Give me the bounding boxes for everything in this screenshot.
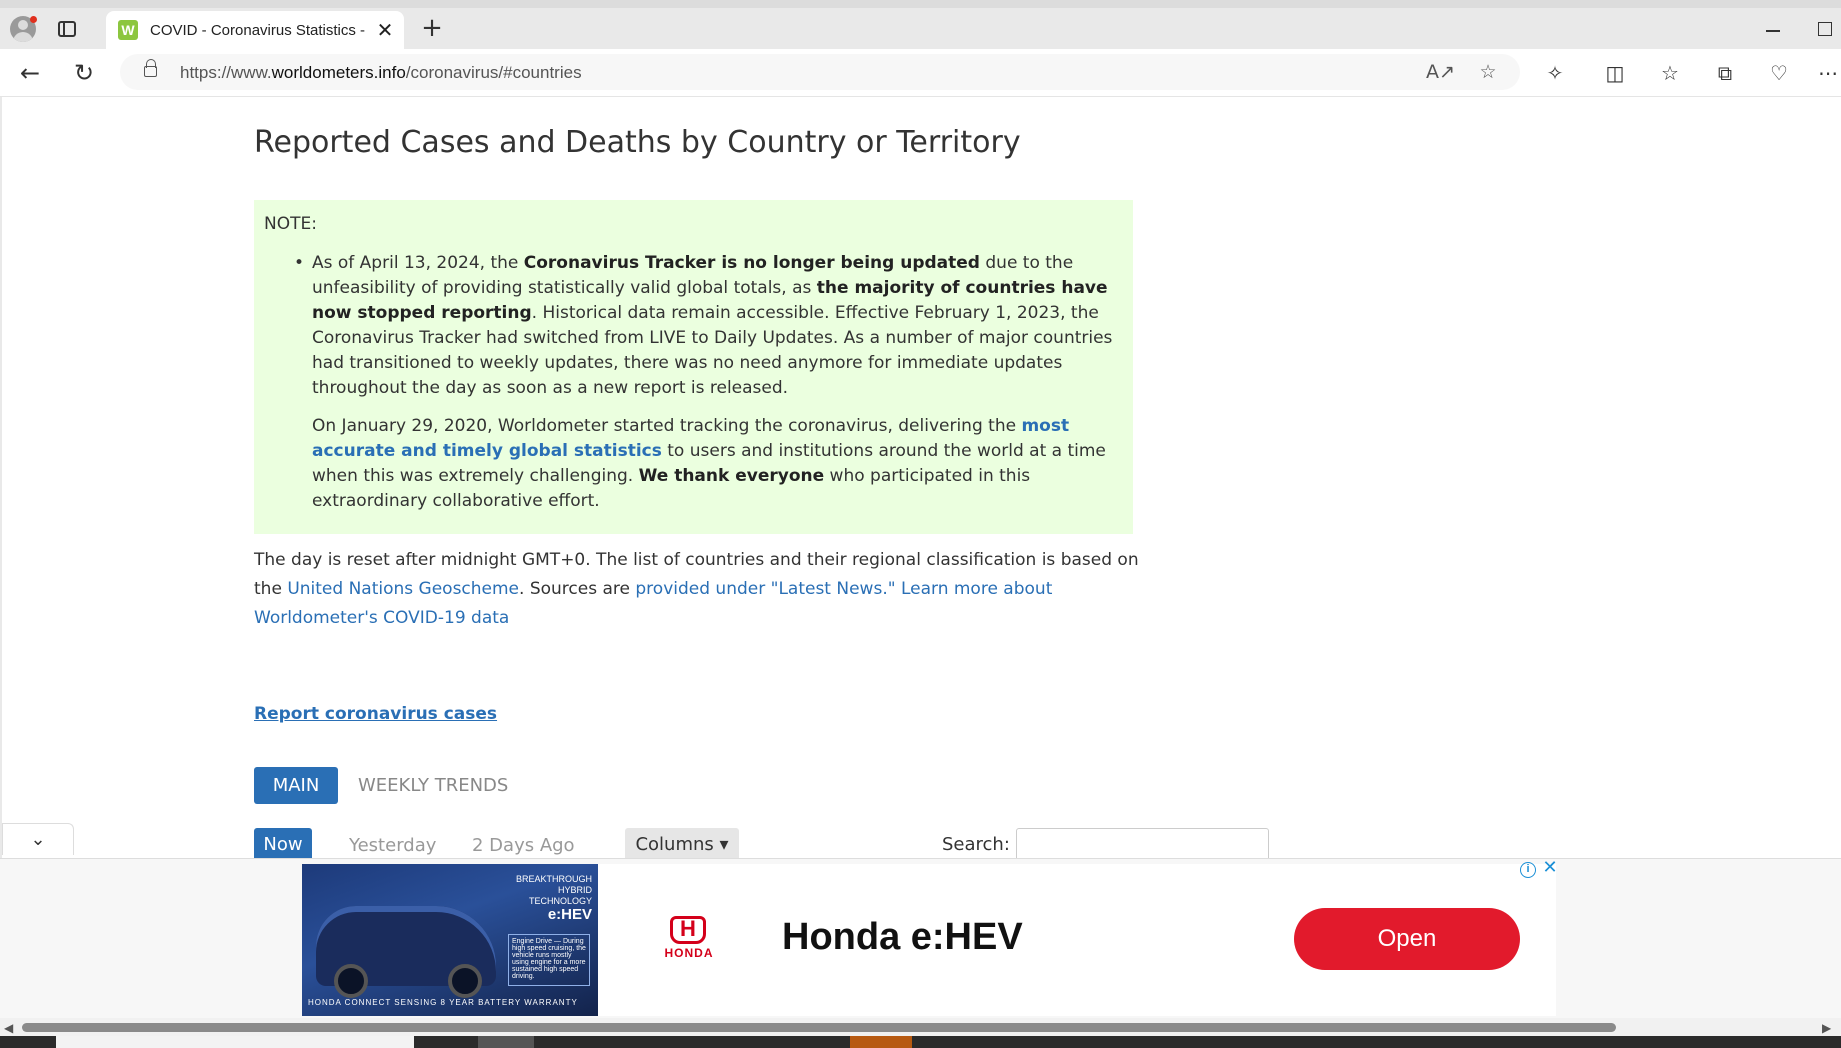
more-icon[interactable]: ⋯ [1815, 60, 1841, 86]
ad-close-icon[interactable]: ✕ [1540, 858, 1560, 878]
latest-news-link[interactable]: provided under "Latest News." [635, 579, 895, 599]
scroll-right-arrow-icon[interactable]: ▶ [1822, 1021, 1831, 1035]
taskbar-segment [850, 1036, 912, 1048]
page-title: Reported Cases and Deaths by Country or … [254, 125, 1021, 160]
note-list: As of April 13, 2024, the Coronavirus Tr… [294, 251, 1121, 514]
url-text[interactable]: https://www.worldometers.info/coronaviru… [180, 63, 582, 83]
columns-dropdown[interactable]: Columns ▾ [625, 828, 739, 862]
url-host: worldometers.info [271, 63, 406, 82]
ad-image-ehev-logo: e:HEV [547, 906, 592, 923]
honda-wordmark: HONDA [664, 946, 714, 960]
ad-image-tagline: BREAKTHROUGH HYBRID TECHNOLOGY [515, 874, 592, 906]
horizontal-scrollbar[interactable]: ◀ ▶ [0, 1018, 1841, 1036]
info-paragraph: The day is reset after midnight GMT+0. T… [254, 546, 1154, 633]
note-item: As of April 13, 2024, the Coronavirus Tr… [294, 251, 1121, 514]
refresh-icon[interactable]: ↻ [70, 59, 98, 87]
ad-content[interactable]: BREAKTHROUGH HYBRID TECHNOLOGY e:HEV Eng… [302, 864, 1556, 1016]
tab-close-icon[interactable]: ✕ [374, 19, 396, 41]
address-bar[interactable]: https://www.worldometers.info/coronaviru… [120, 54, 1520, 90]
note-paragraph-2: On January 29, 2020, Worldometer started… [312, 414, 1121, 514]
browser-toolbar: ← ↻ https://www.worldometers.info/corona… [0, 49, 1841, 97]
ad-car-wheel [334, 964, 368, 998]
favorite-star-icon[interactable]: ☆ [1476, 60, 1500, 84]
browser-essentials-icon[interactable]: ♡ [1766, 60, 1792, 86]
back-arrow-icon[interactable]: ← [16, 59, 44, 87]
window-maximize-icon[interactable] [1818, 22, 1832, 36]
tab-title: COVID - Coronavirus Statistics - Worldom… [150, 22, 368, 39]
now-button[interactable]: Now [254, 828, 312, 862]
page-content: Reported Cases and Deaths by Country or … [0, 97, 1841, 862]
url-scheme: https://www. [180, 63, 272, 82]
ad-car-image[interactable]: BREAKTHROUGH HYBRID TECHNOLOGY e:HEV Eng… [302, 864, 598, 1016]
ad-info-icon[interactable]: i [1520, 862, 1536, 878]
two-days-ago-button[interactable]: 2 Days Ago [472, 835, 575, 856]
tab-main[interactable]: MAIN [254, 767, 338, 804]
collapse-ad-chevron-down-icon[interactable]: ⌄ [2, 823, 74, 855]
extensions-icon[interactable]: ✧ [1542, 60, 1568, 86]
note-label: NOTE: [264, 214, 317, 234]
tab-weekly-trends[interactable]: WEEKLY TRENDS [358, 775, 508, 796]
note-bold: Coronavirus Tracker is no longer being u… [523, 253, 980, 273]
ad-car-wheel [448, 964, 482, 998]
url-path: /coronavirus/#countries [405, 63, 582, 82]
taskbar-segment [56, 1036, 414, 1048]
un-geoscheme-link[interactable]: United Nations Geoscheme [287, 579, 519, 599]
ad-banner: BREAKTHROUGH HYBRID TECHNOLOGY e:HEV Eng… [0, 858, 1841, 1018]
search-input[interactable] [1016, 828, 1269, 862]
scroll-left-arrow-icon[interactable]: ◀ [4, 1021, 13, 1035]
favorites-icon[interactable]: ☆ [1657, 60, 1683, 86]
taskbar-segment [478, 1036, 534, 1048]
note-text: On January 29, 2020, Worldometer started… [312, 416, 1022, 436]
ad-image-engine-box: Engine Drive — During high speed cruisin… [508, 934, 590, 986]
os-taskbar [0, 1036, 1841, 1048]
notification-dot-icon [30, 16, 37, 23]
honda-h-icon [670, 916, 706, 944]
lock-icon[interactable] [144, 59, 157, 77]
ad-headline[interactable]: Honda e:HEV [782, 916, 1023, 959]
window-minimize-icon[interactable] [1762, 18, 1786, 42]
scrollbar-thumb[interactable] [22, 1023, 1616, 1032]
info-text: . Sources are [519, 579, 636, 599]
honda-logo[interactable]: HONDA [654, 916, 724, 960]
collections-icon[interactable]: ⧉ [1712, 60, 1738, 86]
worldometer-favicon-icon: W [118, 20, 138, 40]
note-paragraph-1: As of April 13, 2024, the Coronavirus Tr… [312, 251, 1121, 401]
search-label: Search: [942, 834, 1010, 855]
note-bold: We thank everyone [638, 466, 825, 486]
read-aloud-icon[interactable]: A↗ [1426, 60, 1455, 84]
split-screen-icon[interactable]: ◫ [1602, 60, 1628, 86]
new-tab-icon[interactable]: + [418, 14, 446, 42]
tab-actions-icon[interactable] [58, 21, 76, 37]
report-cases-link[interactable]: Report coronavirus cases [254, 704, 497, 724]
ad-image-footer: HONDA CONNECT SENSING 8 YEAR BATTERY WAR… [308, 998, 578, 1007]
ad-open-button[interactable]: Open [1294, 908, 1520, 970]
browser-tab-strip: W COVID - Coronavirus Statistics - World… [0, 0, 1841, 49]
note-text: As of April 13, 2024, the [312, 253, 524, 273]
note-box: NOTE: As of April 13, 2024, the Coronavi… [254, 200, 1133, 534]
active-browser-tab[interactable]: W COVID - Coronavirus Statistics - World… [106, 11, 404, 49]
yesterday-button[interactable]: Yesterday [349, 835, 436, 856]
